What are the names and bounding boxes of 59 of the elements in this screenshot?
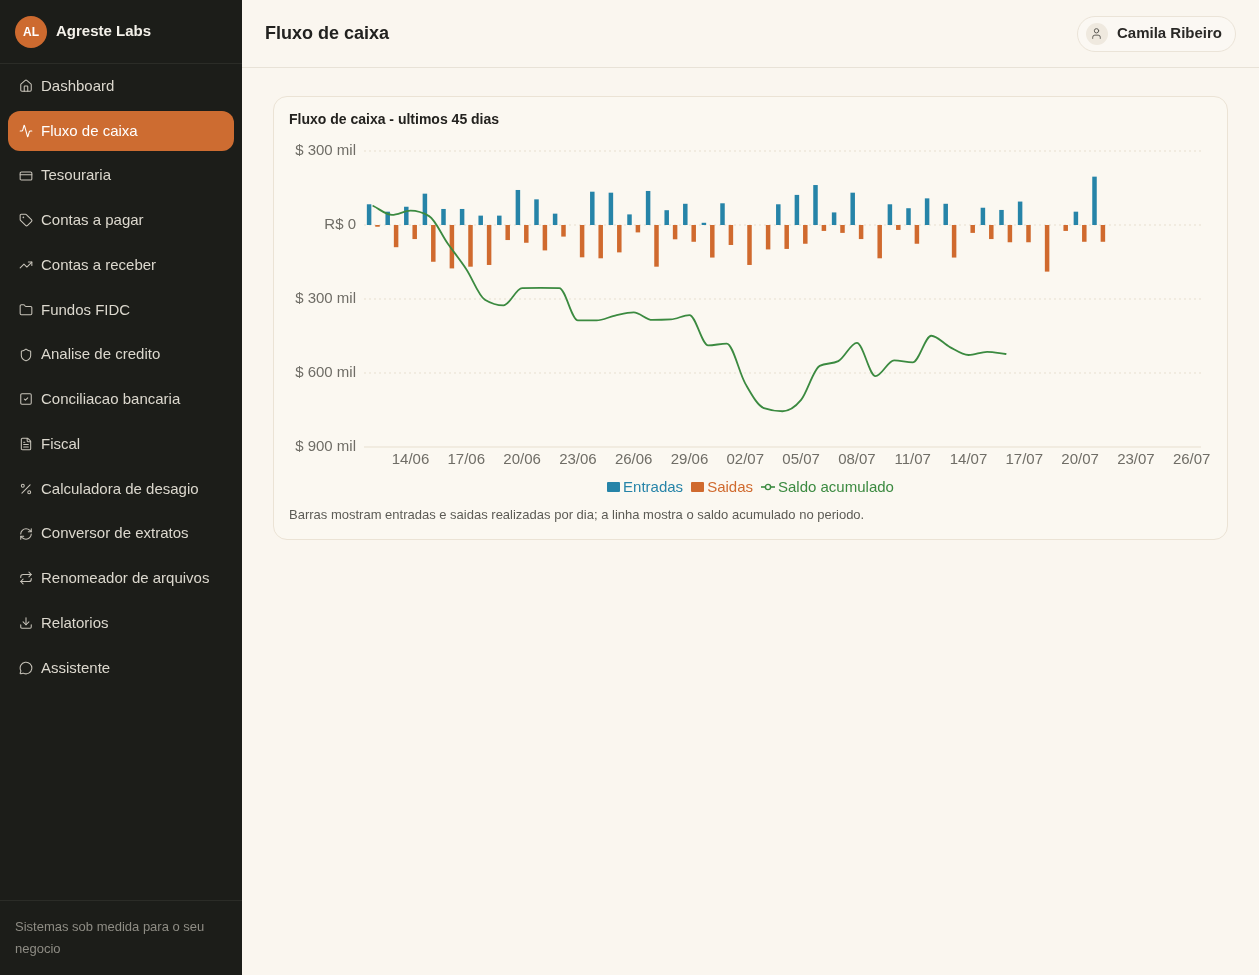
brand-name: Agreste Labs	[56, 21, 152, 42]
download-icon	[19, 616, 33, 630]
x-axis-label: 08/07	[838, 449, 876, 467]
folder-icon	[19, 302, 33, 317]
checkbox-icon	[19, 392, 33, 407]
nav-item[interactable]: Dashboard	[8, 66, 234, 106]
x-axis-label: 17/06	[447, 449, 486, 467]
y-axis-label: $ 600 mil	[295, 362, 356, 380]
x-axis-label: 14/07	[949, 449, 988, 467]
x-axis-label: 14/06	[391, 449, 430, 467]
user-name: Camila Ribeiro	[1116, 23, 1222, 44]
x-axis-label: 11/07	[894, 449, 931, 467]
x-axis-label: 20/07	[1061, 449, 1099, 467]
chart-caption: Barras mostram entradas e saidas realizadas por dia; a linha mostra o saldo acumulado no periodo.	[289, 506, 866, 524]
nav-item[interactable]: Fundos FIDC	[8, 289, 234, 330]
percent-icon	[19, 481, 33, 496]
sidebar-tagline: Sistemas sob medida para o seu negocio	[15, 918, 206, 958]
nav-item[interactable]: Contas a pagar	[8, 200, 234, 241]
shield-icon	[19, 347, 33, 362]
y-axis-label: $ 300 mil	[295, 140, 356, 158]
x-axis-label: 20/06	[503, 449, 541, 467]
nav-item[interactable]: Fluxo de caixa	[8, 110, 234, 151]
nav-item[interactable]: Renomeador de arquivos	[8, 558, 234, 599]
tag-icon	[19, 213, 33, 228]
nav-item[interactable]: Relatorios	[8, 603, 234, 643]
nav-item[interactable]: Fiscal	[8, 424, 234, 464]
user-avatar-icon	[1085, 22, 1108, 45]
nav-item[interactable]: Calculadora de desagio	[8, 468, 234, 509]
document-icon	[19, 437, 33, 451]
nav-item[interactable]: Conciliacao bancaria	[8, 379, 234, 420]
nav-item[interactable]: Conversor de extratos	[8, 513, 234, 554]
nav-item[interactable]: Assistente	[8, 647, 234, 688]
x-axis-label: 05/07	[782, 449, 820, 467]
user-menu-button[interactable]: Camila Ribeiro	[1076, 15, 1236, 52]
legend-label: Saldo acumulado	[778, 478, 894, 496]
nav-item[interactable]: Analise de credito	[8, 334, 234, 375]
legend-label: Saidas	[707, 478, 753, 496]
y-axis-label: R$ 0	[324, 214, 356, 232]
y-axis-label: $ 300 mil	[295, 288, 356, 306]
pulse-icon	[19, 123, 33, 138]
nav-item[interactable]: Contas a receber	[8, 245, 234, 285]
refresh-icon	[19, 526, 33, 541]
x-axis-label: 23/07	[1117, 449, 1155, 467]
legend-label: Entradas	[623, 478, 684, 496]
x-axis-label: 02/07	[726, 449, 765, 467]
brand-logo: AL	[15, 15, 47, 48]
repeat-icon	[19, 571, 33, 586]
x-axis-label: 26/06	[614, 449, 653, 467]
card-icon	[19, 168, 33, 183]
chart-title: Fluxo de caixa - ultimos 45 dias	[289, 111, 501, 128]
x-axis-label: 29/06	[670, 449, 709, 467]
page-title: Fluxo de caixa	[265, 22, 390, 45]
chat-bubble-icon	[19, 660, 33, 675]
y-axis-label: $ 900 mil	[295, 436, 356, 454]
nav-item[interactable]: Tesouraria	[8, 155, 234, 196]
x-axis-label: 17/07	[1005, 449, 1044, 467]
house-icon	[19, 79, 33, 93]
x-axis-label: 23/06	[559, 449, 597, 467]
x-axis-label: 26/07	[1172, 449, 1211, 467]
